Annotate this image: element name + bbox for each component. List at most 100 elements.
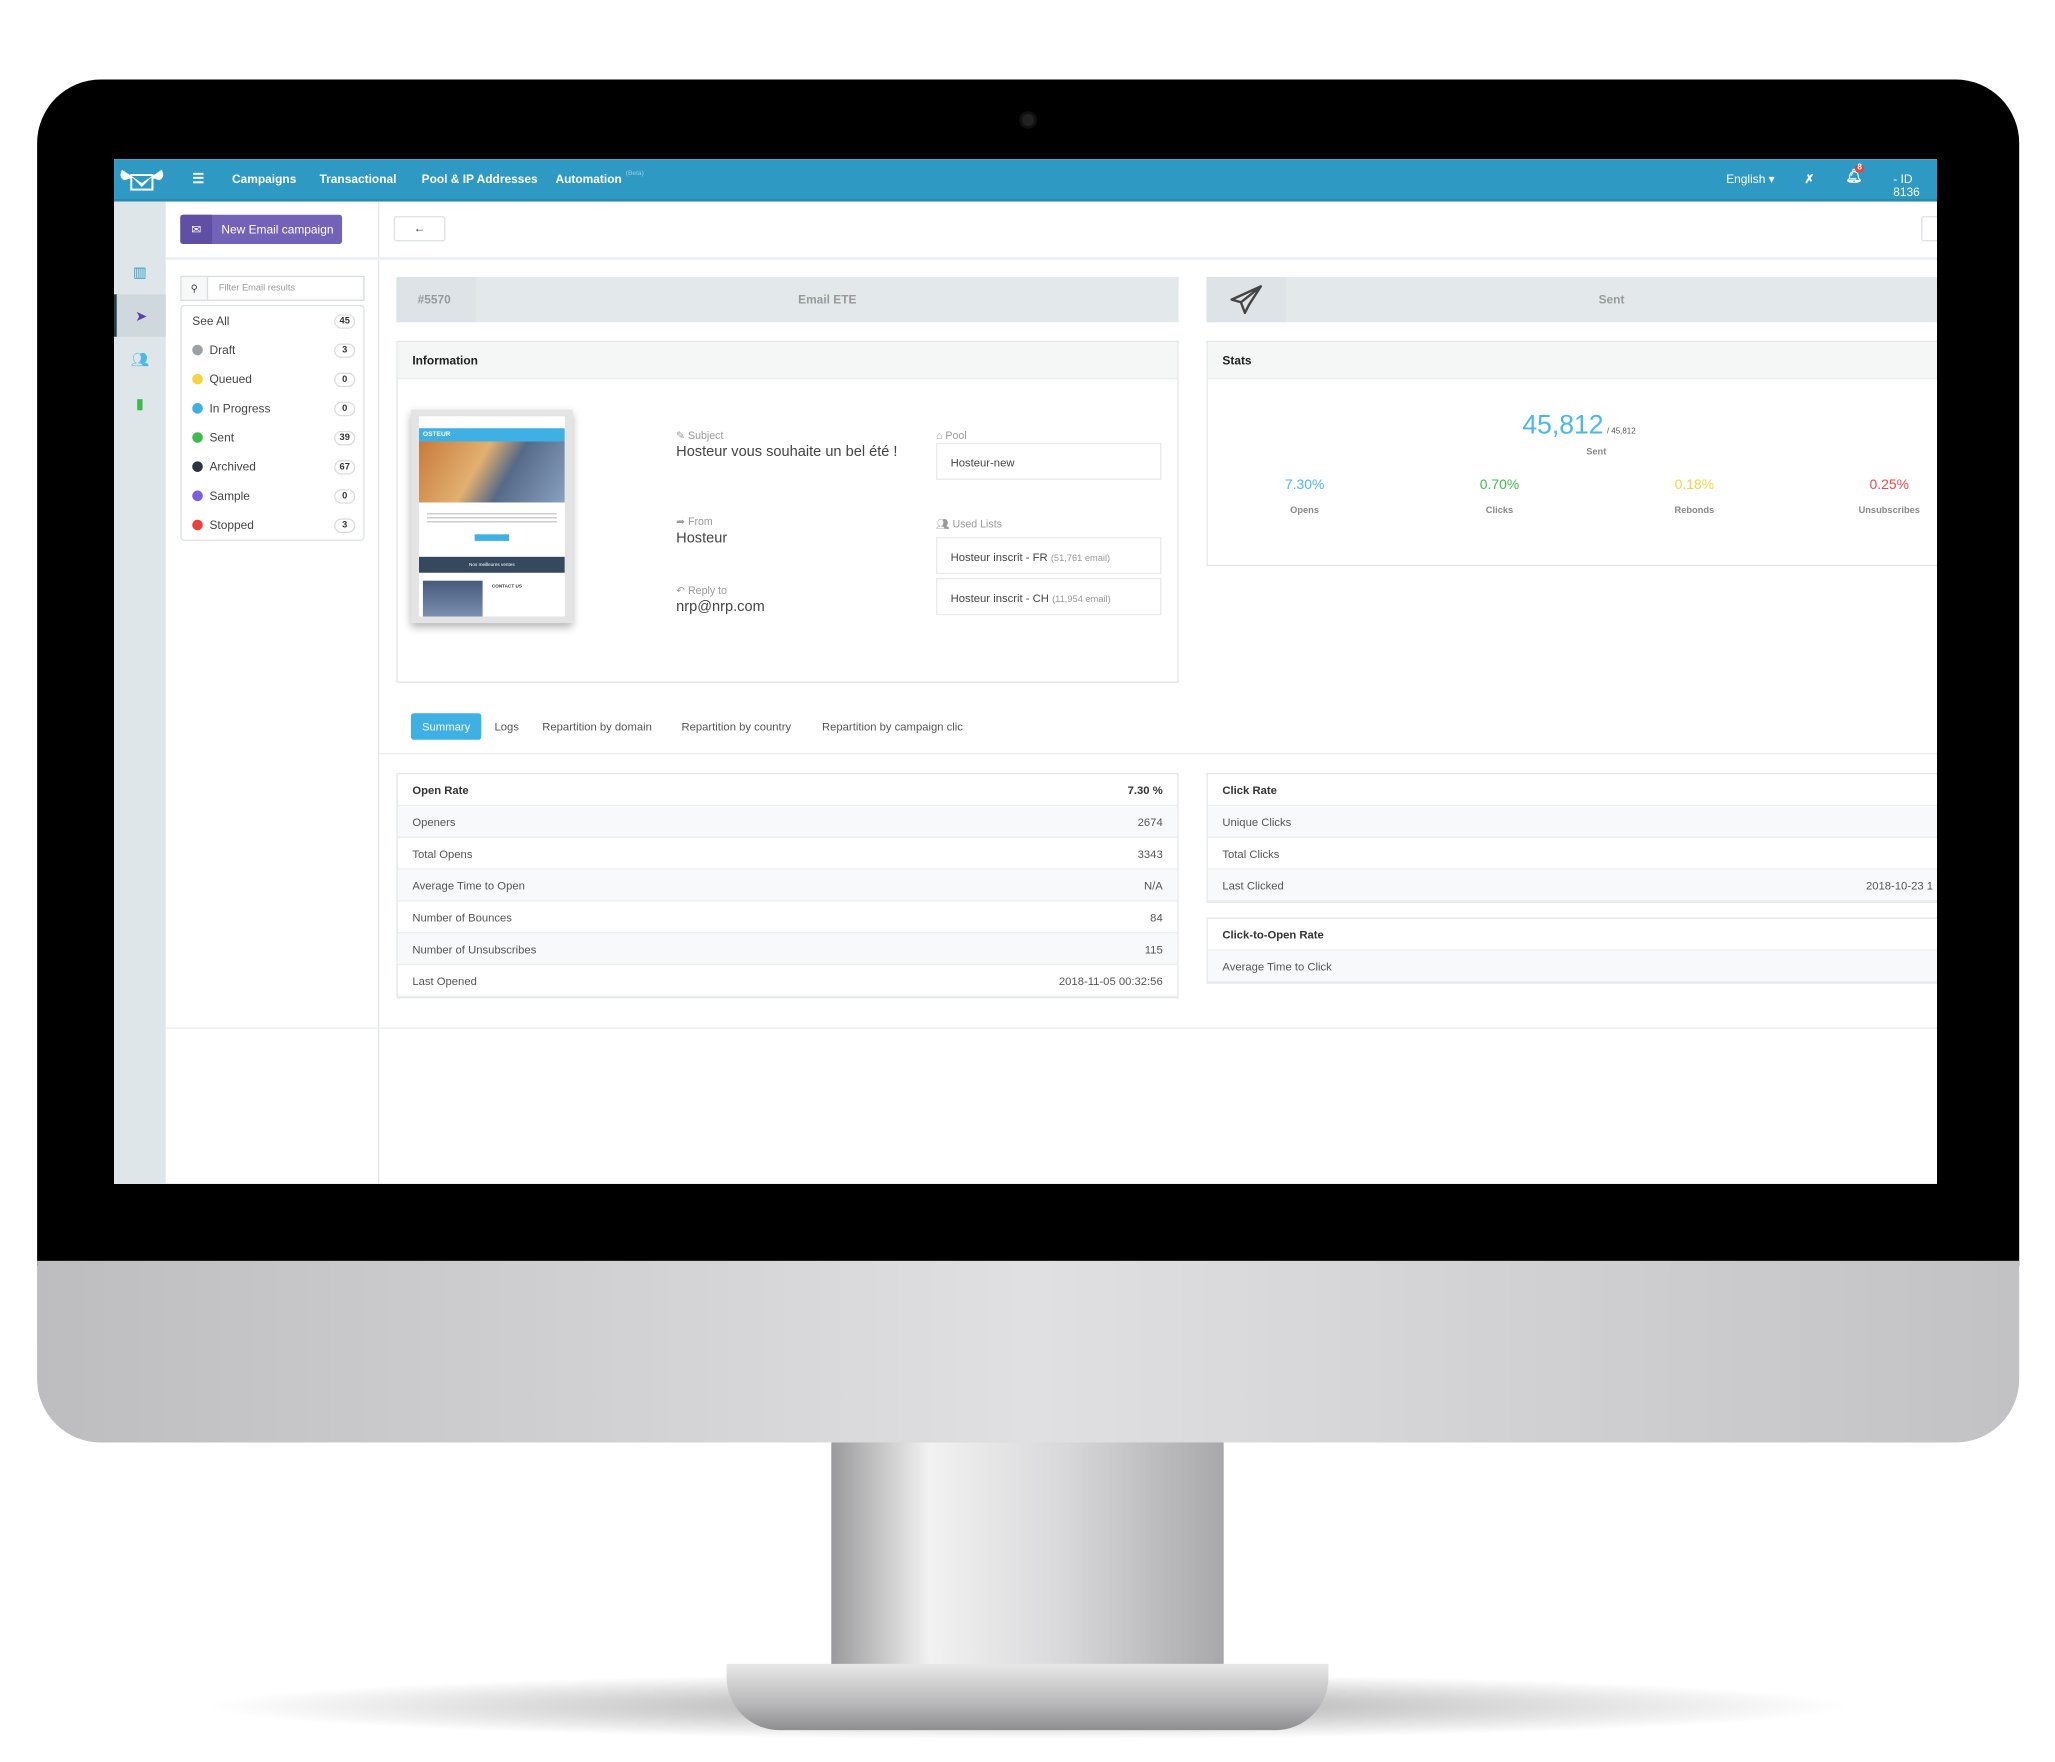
tab-summary[interactable]: Summary [410,713,482,740]
table-row: Last Clicked 2018-10-23 1 [1207,869,1937,902]
status-count-badge: 45 [334,313,356,329]
envelope-icon: ✉ [180,214,213,244]
list-name: Hosteur inscrit - FR [950,550,1048,564]
pin-icon[interactable]: ✗ [1804,172,1814,187]
status-label: Queued [209,372,252,386]
tab-logs[interactable]: Logs [495,713,519,740]
metric-value: 0.25% [1869,477,1910,494]
reply-to-value: nrp@nrp.com [676,599,765,616]
list-count: (51,761 email) [1050,554,1111,564]
information-title: Information [397,342,1178,380]
metric-value: 0.70% [1479,477,1520,494]
table-row: Openers 2674 [397,806,1178,838]
status-filter-item[interactable]: See All 45 [182,308,366,335]
used-list-item[interactable]: Hosteur inscrit - CH (11,954 email) [936,578,1162,616]
status-count-badge: 3 [334,342,356,358]
table-row: Total Opens 3343 [397,838,1178,870]
row-label: Click-to-Open Rate [1222,927,1324,941]
sent-label: Sent [1586,448,1607,458]
email-preview-thumbnail[interactable]: OSTEUR Nos meilleures ventes CONTACT US [410,409,573,624]
status-dot-icon [192,432,203,443]
from-label-text: From [688,515,713,528]
status-filter-item[interactable]: Sample 0 [182,483,366,510]
table-row: Total Clicks [1207,838,1937,870]
open-stats-table: Open Rate 7.30 % Openers 2674 Total Opens 334… [396,772,1179,999]
subject-label-text: Subject [688,429,724,442]
status-filter-item[interactable]: Sent 39 [182,424,366,451]
table-row: Open Rate 7.30 % [397,774,1178,807]
table-row: Number of Unsubscribes 115 [397,933,1178,966]
rail-stats[interactable]: ▥ [114,251,166,293]
row-value: 115 [1144,941,1163,956]
rail-campaigns[interactable]: ➤ [114,294,166,337]
table-row: Average Time to Click [1207,950,1937,983]
tab-repartition-domain[interactable]: Repartition by domain [542,713,652,740]
tab-repartition-campaign-clic[interactable]: Repartition by campaign clic [822,713,963,740]
click-stats-table: Click Rate Unique Clicks Total Clicks Last … [1206,772,1937,903]
row-label: Last Opened [412,973,477,988]
sent-total: / 45,812 [1606,428,1636,437]
subject-label: ✎ Subject [676,429,724,442]
status-filter-item[interactable]: Draft 3 [182,337,366,364]
nav-automation[interactable]: Automation [556,172,622,185]
status-dot-icon [192,490,203,502]
row-label: Unique Clicks [1222,814,1292,828]
from-label: ➦ From [676,515,713,528]
nav-transactional[interactable]: Transactional [320,172,397,185]
divider [165,257,1937,260]
status-count-badge: 0 [334,401,356,416]
users-icon: 👥︎ [130,351,150,368]
rail-templates[interactable]: ▮ [114,382,166,424]
pool-label-text: Pool [945,429,967,442]
monitor-base [726,1663,1329,1731]
campaign-name: Email ETE [798,293,857,307]
metric-label: Opens [1290,506,1320,516]
logo-icon[interactable] [117,164,167,193]
table-row: Last Opened 2018-11-05 00:32:56 [397,965,1178,998]
row-value: 84 [1150,910,1163,924]
status-count-badge: 0 [334,488,356,504]
status-label: Draft [209,343,236,357]
pool-label: ⌂ Pool [936,429,967,442]
nav-pool-ip[interactable]: Pool & IP Addresses [422,172,538,185]
row-value: N/A [1143,878,1163,892]
row-value: 2674 [1137,814,1163,828]
row-label: Average Time to Open [412,878,525,892]
row-label: Average Time to Click [1222,959,1332,973]
status-dot-icon [192,403,203,414]
menu-toggle-icon[interactable]: ☰ [192,172,204,187]
status-count-badge: 3 [334,517,356,533]
row-value: 3343 [1137,846,1163,860]
pool-value: Hosteur-new [936,442,1162,480]
paper-plane-icon [1206,277,1287,323]
status-label: See All [192,314,230,328]
status-filter-item[interactable]: Queued 0 [182,366,366,393]
back-button[interactable]: ← [393,216,446,242]
row-value: 2018-11-05 00:32:56 [1058,973,1163,988]
stats-title: Stats [1207,342,1937,380]
status-label: Stopped [209,518,254,532]
download-button[interactable] [1921,216,1937,242]
bar-chart-icon: ▥ [132,264,147,281]
row-label: Click Rate [1222,782,1277,797]
language-label: English [1726,172,1766,186]
status-filter-item[interactable]: Stopped 3 [182,512,366,539]
nav-campaigns[interactable]: Campaigns [232,172,296,185]
account-id[interactable]: - ID 8136 [1893,172,1937,199]
divider [379,753,1937,755]
status-label: Sent [209,430,235,445]
filter-email-input[interactable]: ⚲ Filter Email results [180,275,365,301]
file-icon: ▮ [135,395,144,412]
used-list-item[interactable]: Hosteur inscrit - FR (51,761 email) [936,536,1162,575]
tab-repartition-country[interactable]: Repartition by country [681,713,791,740]
status-filter-item[interactable]: Archived 67 [182,453,366,480]
status-label: In Progress [209,401,271,415]
status-filter-item[interactable]: In Progress 0 [182,395,366,422]
metric-label: Unsubscribes [1858,506,1920,516]
table-row: Click-to-Open Rate [1207,919,1937,951]
language-dropdown[interactable]: English ▾ [1726,172,1774,187]
rail-contacts[interactable]: 👥︎ [114,338,166,380]
metric-label: Clicks [1485,506,1514,516]
click-to-open-table: Click-to-Open Rate Average Time to Click [1206,917,1937,984]
new-email-campaign-button[interactable]: ✉ New Email campaign [180,214,343,244]
